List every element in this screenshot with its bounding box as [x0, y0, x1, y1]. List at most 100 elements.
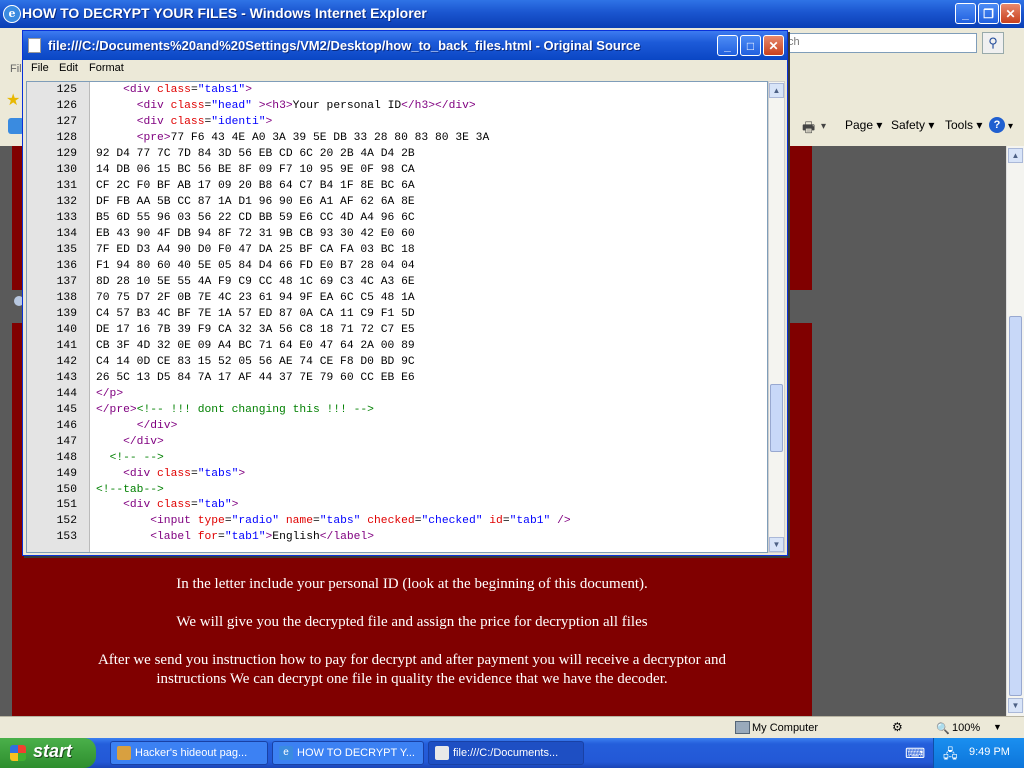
- line-number-gutter: 125 126 127 128 129 130 131 132 133 134 135 136 137 1…: [27, 82, 90, 552]
- line-number: 140: [56, 323, 77, 336]
- ie-minimize-button[interactable]: _: [955, 3, 976, 24]
- line-number: 136: [56, 259, 77, 272]
- message-include-id: In the letter include your personal ID (…: [176, 576, 648, 592]
- task-how-to-decrypt[interactable]: e HOW TO DECRYPT Y...: [272, 741, 424, 765]
- search-icon[interactable]: ⚲: [982, 32, 1004, 54]
- code-line: <div class="tabs">: [123, 467, 246, 480]
- line-number: 139: [56, 307, 77, 320]
- task-source-window[interactable]: file:///C:/Documents...: [428, 741, 584, 765]
- code-line: </div>: [123, 435, 164, 448]
- task-hackers-hideout[interactable]: Hacker's hideout pag...: [110, 741, 268, 765]
- menu-format[interactable]: Format: [89, 62, 124, 74]
- source-maximize-button[interactable]: □: [740, 35, 761, 56]
- clock[interactable]: 9:49 PM: [969, 746, 1010, 758]
- code-line: CF 2C F0 BF AB 17 09 20 B8 64 C7 B4 1F 8…: [96, 179, 415, 192]
- line-number: 133: [56, 211, 77, 224]
- code-line: </p>: [96, 387, 124, 400]
- line-number: 153: [56, 531, 77, 544]
- line-number: 148: [56, 451, 77, 464]
- code-line: CB 3F 4D 32 0E 09 A4 BC 71 64 E0 47 64 2…: [96, 339, 415, 352]
- page-scrollbar[interactable]: ▲ ▼: [1006, 146, 1024, 716]
- print-dropdown-icon[interactable]: ▾: [821, 121, 826, 132]
- source-close-button[interactable]: ✕: [763, 35, 784, 56]
- line-number: 149: [56, 467, 77, 480]
- code-line: <div class="tabs1">: [123, 84, 252, 96]
- menu-edit[interactable]: Edit: [59, 62, 78, 74]
- zoom-dropdown-icon[interactable]: ▼: [993, 722, 1002, 732]
- source-window-title-bar[interactable]: file:///C:/Documents%20and%20Settings/VM…: [23, 31, 787, 60]
- source-menu-bar: File Edit Format: [23, 60, 787, 80]
- help-dropdown-icon[interactable]: ▾: [1008, 121, 1013, 132]
- zoom-icon[interactable]: 🔍: [936, 722, 950, 735]
- page-scroll-thumb[interactable]: [1009, 316, 1022, 696]
- protected-mode-icon[interactable]: ⚙: [892, 720, 903, 734]
- system-tray: 🖧 9:49 PM: [933, 738, 1024, 768]
- code-line: 92 D4 77 7C 7D 84 3D 56 EB CD 6C 20 2B 4…: [96, 147, 415, 160]
- source-scrollbar[interactable]: ▲ ▼: [768, 81, 785, 553]
- line-number: 131: [56, 179, 77, 192]
- computer-icon: [735, 721, 750, 734]
- code-line: <label for="tab1">English</label>: [150, 531, 374, 544]
- code-line: <div class="identi">: [136, 115, 273, 128]
- line-number: 135: [56, 243, 77, 256]
- menu-file[interactable]: File: [31, 62, 49, 74]
- keyboard-icon[interactable]: ⌨: [905, 745, 925, 762]
- code-line: DF FB AA 5B CC 87 1A D1 96 90 E6 A1 AF 6…: [96, 195, 415, 208]
- ie-menu-fragment[interactable]: Fil: [10, 63, 22, 75]
- ie-icon: e: [279, 746, 293, 760]
- line-number: 142: [56, 355, 77, 368]
- ie-status-bar: My Computer ⚙ 🔍 100% ▼: [0, 716, 1024, 739]
- message-payment-line2: instructions We can decrypt one file in …: [156, 671, 668, 687]
- ie-search-input[interactable]: ch: [783, 33, 977, 53]
- source-scroll-up-icon[interactable]: ▲: [769, 83, 784, 98]
- network-icon[interactable]: 🖧: [943, 745, 958, 767]
- line-number: 126: [56, 99, 77, 112]
- line-number: 143: [56, 371, 77, 384]
- line-number: 134: [56, 227, 77, 240]
- line-number: 144: [56, 387, 77, 400]
- tools-menu-button[interactable]: Tools ▾: [945, 118, 982, 132]
- scroll-down-icon[interactable]: ▼: [1008, 698, 1023, 713]
- source-scroll-down-icon[interactable]: ▼: [769, 537, 784, 552]
- line-number: 151: [56, 499, 77, 512]
- start-button[interactable]: start: [0, 738, 96, 768]
- code-line: 70 75 D7 2F 0B 7E 4C 23 61 94 9F EA 6C C…: [96, 291, 415, 304]
- folder-icon: [117, 746, 131, 760]
- code-line: C4 57 B3 4C BF 7E 1A 57 ED 87 0A CA 11 C…: [96, 307, 415, 320]
- code-line: F1 94 80 60 40 5E 05 84 D4 66 FD E0 B7 2…: [96, 259, 415, 272]
- code-line: 8D 28 10 5E 55 4A F9 C9 CC 48 1C 69 C3 4…: [96, 275, 415, 288]
- code-line: DE 17 16 7B 39 F9 CA 32 3A 56 C8 18 71 7…: [96, 323, 415, 336]
- favorites-star-icon[interactable]: ★: [6, 90, 20, 110]
- line-number: 130: [56, 163, 77, 176]
- line-number: 125: [56, 84, 77, 96]
- ie-window-title: HOW TO DECRYPT YOUR FILES - Windows Inte…: [22, 5, 427, 21]
- source-code-view[interactable]: 125 126 127 128 129 130 131 132 133 134 135 136 137 1…: [26, 81, 768, 553]
- page-menu-button[interactable]: Page ▾: [845, 118, 882, 132]
- line-number: 145: [56, 403, 77, 416]
- line-number: 150: [56, 483, 77, 496]
- ie-restore-button[interactable]: ❐: [978, 3, 999, 24]
- ie-logo-icon: e: [3, 5, 21, 23]
- code-line: C4 14 0D CE 83 15 52 05 56 AE 74 CE F8 D…: [96, 355, 415, 368]
- source-scroll-thumb[interactable]: [770, 384, 783, 452]
- zoom-level[interactable]: 100%: [952, 722, 980, 734]
- line-number: 128: [56, 131, 77, 144]
- code-line: <div class="head" ><h3>Your personal ID<…: [136, 99, 476, 112]
- safety-menu-button[interactable]: Safety ▾: [891, 118, 934, 132]
- code-line: B5 6D 55 96 03 56 22 CD BB 59 E6 CC 4D A…: [96, 211, 415, 224]
- code-line: 14 DB 06 15 BC 56 BE 8F 09 F7 10 95 9E 0…: [96, 163, 415, 176]
- ie-close-button[interactable]: ✕: [1000, 3, 1021, 24]
- help-icon[interactable]: ?: [989, 117, 1005, 133]
- ie-title-bar[interactable]: e HOW TO DECRYPT YOUR FILES - Windows In…: [0, 0, 1024, 28]
- message-payment-line1: After we send you instruction how to pay…: [97, 652, 727, 668]
- line-number: 152: [56, 515, 77, 528]
- source-minimize-button[interactable]: _: [717, 35, 738, 56]
- start-label: start: [33, 741, 73, 761]
- scroll-up-icon[interactable]: ▲: [1008, 148, 1023, 163]
- code-line: <input type="radio" name="tabs" checked=…: [150, 515, 571, 528]
- line-number: 141: [56, 339, 77, 352]
- code-line: <div class="tab">: [123, 499, 239, 512]
- print-icon[interactable]: 🖶: [802, 117, 815, 141]
- line-number: 127: [56, 115, 77, 128]
- code-line: </div>: [136, 419, 178, 432]
